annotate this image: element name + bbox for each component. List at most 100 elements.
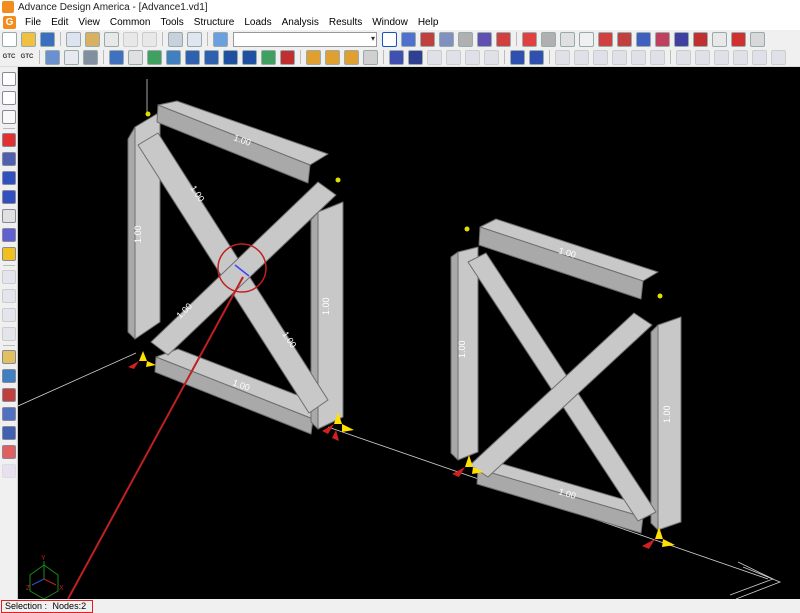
open-folder-icon[interactable] <box>21 31 36 47</box>
rotate-element-icon[interactable] <box>1 407 16 421</box>
select-node-icon[interactable] <box>1 91 16 105</box>
disabled-tool-icon[interactable] <box>484 49 499 65</box>
disabled-tool-icon[interactable] <box>593 49 608 65</box>
menu-common[interactable]: Common <box>105 17 156 28</box>
frame-icon[interactable] <box>382 31 397 47</box>
shear-icon[interactable] <box>655 31 670 47</box>
rotate-icon[interactable] <box>166 49 181 65</box>
menu-view[interactable]: View <box>73 17 105 28</box>
redo-icon[interactable] <box>142 31 157 47</box>
support-icon[interactable] <box>1 152 16 166</box>
copy-node-icon[interactable] <box>1 388 16 402</box>
move-icon[interactable] <box>1 369 16 383</box>
chevron-down-icon[interactable]: ▾ <box>371 34 375 44</box>
crosshair-icon[interactable] <box>1 110 16 124</box>
disabled-tool-icon[interactable] <box>752 49 767 65</box>
menu-structure[interactable]: Structure <box>189 17 240 28</box>
undo-icon[interactable] <box>123 31 138 47</box>
menu-results[interactable]: Results <box>324 17 367 28</box>
disabled-tool-icon[interactable] <box>1 308 16 322</box>
eye-icon[interactable] <box>541 31 556 47</box>
cut-icon[interactable] <box>104 31 119 47</box>
plate-icon[interactable] <box>1 209 16 223</box>
notes-icon[interactable] <box>64 49 79 65</box>
help-pointer-icon[interactable] <box>213 31 228 47</box>
planar-load-icon[interactable] <box>1 247 16 261</box>
menu-window[interactable]: Window <box>367 17 413 28</box>
view-3d-icon[interactable] <box>204 49 219 65</box>
disabled-tool-icon[interactable] <box>555 49 570 65</box>
check-icon[interactable] <box>496 31 511 47</box>
model-viewport[interactable]: 1.00 1.00 1.00 1.00 1.00 1.00 1.00 1.00 … <box>18 67 800 599</box>
section-icon[interactable] <box>477 31 492 47</box>
disabled-tool-icon[interactable] <box>427 49 442 65</box>
disabled-tool-icon[interactable] <box>1 464 16 478</box>
node-marker[interactable] <box>145 111 151 117</box>
print-preview-icon[interactable] <box>187 31 202 47</box>
disabled-tool-icon[interactable] <box>676 49 691 65</box>
gtc-export-button[interactable]: GTC <box>20 54 34 60</box>
mirror-icon[interactable] <box>1 426 16 440</box>
gtc-import-button[interactable]: GTC <box>2 54 16 60</box>
disabled-tool-icon[interactable] <box>631 49 646 65</box>
truss-icon[interactable] <box>439 31 454 47</box>
portal-icon[interactable] <box>401 31 416 47</box>
member-diagonal-2[interactable] <box>469 312 653 478</box>
zoom-extent-icon[interactable] <box>185 49 200 65</box>
select-arrow-icon[interactable] <box>1 72 16 86</box>
moment-icon[interactable] <box>636 31 651 47</box>
distribute-icon[interactable] <box>325 49 340 65</box>
view-xz-icon[interactable] <box>223 49 238 65</box>
menu-loads[interactable]: Loads <box>239 17 276 28</box>
node-marker[interactable] <box>335 177 341 183</box>
shade-icon[interactable] <box>280 49 295 65</box>
cross-icon[interactable] <box>389 49 404 65</box>
infinity-icon[interactable] <box>560 31 575 47</box>
copy-icon[interactable] <box>66 31 81 47</box>
disabled-tool-icon[interactable] <box>1 327 16 341</box>
render-icon[interactable] <box>261 49 276 65</box>
disabled-tool-icon[interactable] <box>1 270 16 284</box>
selection-combo[interactable]: ▾ <box>233 31 377 47</box>
print-icon[interactable] <box>168 31 183 47</box>
menu-help[interactable]: Help <box>413 17 444 28</box>
node-marker[interactable] <box>464 226 470 232</box>
save-icon[interactable] <box>40 31 55 47</box>
fn-icon[interactable] <box>731 31 746 47</box>
disabled-tool-icon[interactable] <box>612 49 627 65</box>
calculator-icon[interactable] <box>45 49 60 65</box>
view-yz-icon[interactable] <box>242 49 257 65</box>
menu-analysis[interactable]: Analysis <box>277 17 324 28</box>
linear-element-icon[interactable] <box>1 171 16 185</box>
level-icon[interactable] <box>344 49 359 65</box>
disabled-tool-icon[interactable] <box>714 49 729 65</box>
beam-icon[interactable] <box>1 190 16 204</box>
new-file-icon[interactable] <box>2 31 17 47</box>
menu-file[interactable]: File <box>20 17 46 28</box>
beam-load-icon[interactable] <box>420 31 435 47</box>
column-icon[interactable] <box>458 31 473 47</box>
report-icon[interactable] <box>750 31 765 47</box>
zoom-window-icon[interactable] <box>109 49 124 65</box>
disabled-tool-icon[interactable] <box>771 49 786 65</box>
results-icon[interactable] <box>522 31 537 47</box>
stress-icon[interactable] <box>693 31 708 47</box>
wall-icon[interactable] <box>1 228 16 242</box>
disabled-tool-icon[interactable] <box>446 49 461 65</box>
zoom-icon[interactable] <box>128 49 143 65</box>
line-icon[interactable] <box>408 49 423 65</box>
tag-icon[interactable] <box>1 350 16 364</box>
eraser-icon[interactable] <box>1 445 16 459</box>
app-logo-icon[interactable]: G <box>3 15 16 29</box>
pan-icon[interactable] <box>147 49 162 65</box>
menu-tools[interactable]: Tools <box>155 17 188 28</box>
fx-icon[interactable] <box>712 31 727 47</box>
node-icon[interactable] <box>1 133 16 147</box>
omega-icon[interactable] <box>579 31 594 47</box>
graph-icon[interactable] <box>598 31 613 47</box>
view-dropdown-icon[interactable] <box>83 49 98 65</box>
disabled-tool-icon[interactable] <box>695 49 710 65</box>
disabled-tool-icon[interactable] <box>733 49 748 65</box>
connect-icon[interactable] <box>529 49 544 65</box>
paste-icon[interactable] <box>85 31 100 47</box>
